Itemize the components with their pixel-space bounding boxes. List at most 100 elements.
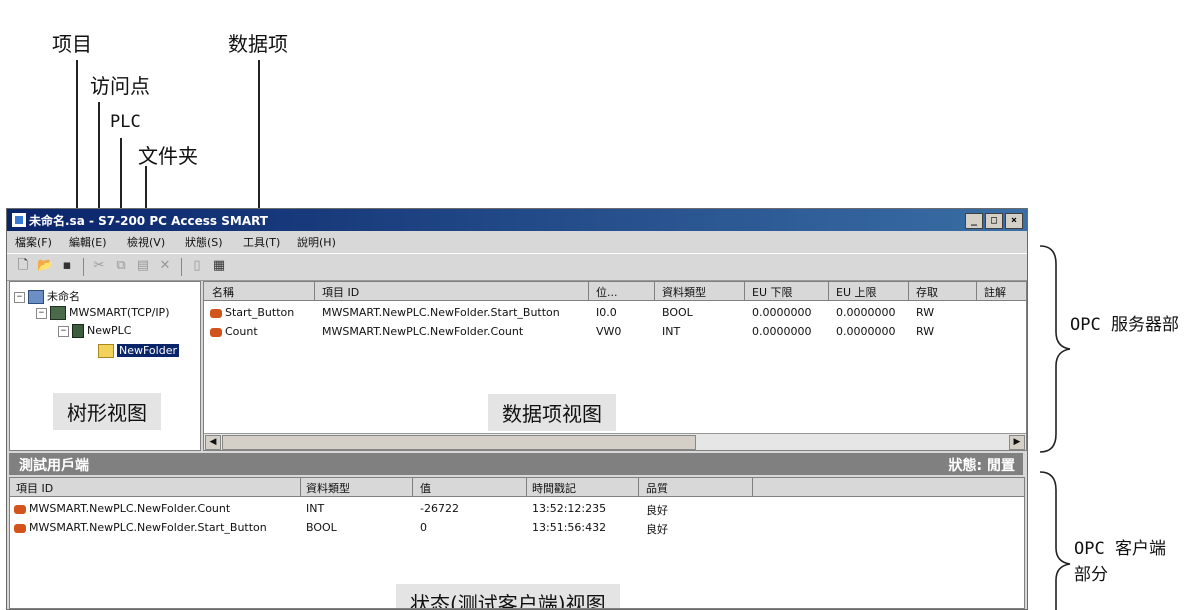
grid-header: 名稱 項目 ID 位... 資料類型 EU 下限 EU 上限 存取 註解: [204, 282, 1026, 301]
column-divider: [638, 478, 639, 496]
open-folder-icon[interactable]: 📂: [37, 258, 53, 274]
properties-icon[interactable]: ▯: [189, 258, 205, 274]
status-view-label: 状态(测试客户端)视图: [396, 584, 620, 608]
client-side-label-line2: 部分: [1074, 565, 1108, 585]
client-row-type: BOOL: [306, 521, 337, 534]
client-row-type: INT: [306, 502, 325, 515]
plc-icon: [72, 324, 84, 338]
client-row-item-id-text: MWSMART.NewPLC.NewFolder.Count: [29, 502, 231, 515]
tree-node-access-point[interactable]: − MWSMART(TCP/IP): [36, 306, 169, 320]
client-row-timestamp: 13:52:12:235: [532, 502, 607, 515]
window-controls: _ □ ×: [963, 212, 1023, 229]
tree-folder-label: NewFolder: [117, 344, 179, 357]
paste-icon[interactable]: ▤: [135, 258, 151, 274]
callout-plc: PLC: [110, 112, 141, 132]
grid-row[interactable]: Start_Button MWSMART.NewPLC.NewFolder.St…: [204, 304, 1026, 322]
toolbar: 🗋 📂 ▪ ✂ ⧉ ▤ ✕ ▯ ▦: [7, 253, 1027, 281]
collapse-icon[interactable]: −: [58, 325, 69, 337]
menu-tools[interactable]: 工具(T): [243, 234, 280, 250]
row-eu-high: 0.0000000: [836, 306, 896, 319]
row-access: RW: [916, 325, 935, 338]
save-icon[interactable]: ▪: [59, 258, 75, 274]
column-divider: [744, 282, 745, 300]
client-row[interactable]: MWSMART.NewPLC.NewFolder.Count INT -2672…: [10, 500, 1024, 518]
title-bar[interactable]: 未命名.sa - S7-200 PC Access SMART _ □ ×: [7, 209, 1027, 231]
data-item-grid: 名稱 項目 ID 位... 資料類型 EU 下限 EU 上限 存取 註解 Sta…: [203, 281, 1027, 451]
callout-folder: 文件夹: [138, 144, 198, 168]
col-timestamp[interactable]: 時間戳記: [532, 480, 576, 496]
menu-status[interactable]: 狀態(S): [185, 234, 223, 250]
collapse-icon[interactable]: −: [14, 291, 25, 303]
row-eu-low: 0.0000000: [752, 325, 812, 338]
app-icon: [11, 212, 27, 228]
test-client-bar: 測試用戶端 狀態: 閒置: [9, 453, 1023, 475]
menu-file[interactable]: 檔案(F): [15, 234, 52, 250]
col-item-id[interactable]: 項目 ID: [322, 284, 359, 300]
row-eu-high: 0.0000000: [836, 325, 896, 338]
col-quality[interactable]: 品質: [646, 480, 668, 496]
menu-view[interactable]: 檢視(V): [127, 234, 165, 250]
row-item-id: MWSMART.NewPLC.NewFolder.Start_Button: [322, 306, 560, 319]
column-divider: [314, 282, 315, 300]
col-data-type[interactable]: 資料類型: [662, 284, 706, 300]
client-row-value: -26722: [420, 502, 459, 515]
column-divider: [908, 282, 909, 300]
menu-bar: 檔案(F) 編輯(E) 檢視(V) 狀態(S) 工具(T) 說明(H): [7, 231, 1027, 251]
collapse-icon[interactable]: −: [36, 307, 47, 319]
column-divider: [976, 282, 977, 300]
delete-icon[interactable]: ✕: [157, 258, 173, 274]
callout-access-point: 访问点: [90, 74, 150, 98]
test-client-title: 測試用戶端: [19, 458, 89, 474]
close-button[interactable]: ×: [1005, 213, 1023, 229]
column-divider: [752, 478, 753, 496]
col-comment[interactable]: 註解: [984, 284, 1006, 300]
data-item-icon: [210, 327, 222, 337]
row-data-type: INT: [662, 325, 681, 338]
client-brace: [1039, 471, 1071, 610]
scroll-left-icon[interactable]: ◀: [205, 435, 221, 450]
maximize-button[interactable]: □: [985, 213, 1003, 229]
scroll-right-icon[interactable]: ▶: [1009, 435, 1025, 450]
row-item-id: MWSMART.NewPLC.NewFolder.Count: [322, 325, 524, 338]
column-divider: [654, 282, 655, 300]
new-file-icon[interactable]: 🗋: [15, 258, 31, 274]
tree-node-folder[interactable]: NewFolder: [98, 344, 179, 358]
client-row-value: 0: [420, 521, 427, 534]
data-view-label: 数据项视图: [488, 394, 616, 431]
col-data-type[interactable]: 資料類型: [306, 480, 350, 496]
minimize-button[interactable]: _: [965, 213, 983, 229]
tree-node-plc[interactable]: − NewPLC: [58, 324, 131, 338]
window-title: 未命名.sa - S7-200 PC Access SMART: [29, 214, 268, 228]
row-address: VW0: [596, 325, 622, 338]
data-item-icon: [210, 308, 222, 318]
network-pc-icon: [50, 306, 66, 320]
scroll-thumb[interactable]: [222, 435, 696, 450]
client-grid-header: 項目 ID 資料類型 值 時間戳記 品質: [10, 478, 1024, 497]
menu-help[interactable]: 說明(H): [297, 234, 336, 250]
data-item-icon: [14, 504, 26, 514]
row-eu-low: 0.0000000: [752, 306, 812, 319]
tree-plc-label: NewPLC: [87, 324, 132, 337]
client-row-item-id-text: MWSMART.NewPLC.NewFolder.Start_Button: [29, 521, 267, 534]
toolbar-separator: [83, 258, 84, 276]
toolbar-separator: [181, 258, 182, 276]
tree-node-project[interactable]: − 未命名: [14, 288, 80, 304]
col-name[interactable]: 名稱: [212, 284, 234, 300]
row-address: I0.0: [596, 306, 617, 319]
menu-edit[interactable]: 編輯(E): [69, 234, 107, 250]
col-access[interactable]: 存取: [916, 284, 938, 300]
server-brace: [1039, 245, 1071, 453]
copy-icon[interactable]: ⧉: [113, 258, 129, 274]
col-address[interactable]: 位...: [596, 284, 618, 300]
client-row[interactable]: MWSMART.NewPLC.NewFolder.Start_Button BO…: [10, 519, 1024, 537]
col-eu-high[interactable]: EU 上限: [836, 284, 877, 300]
cut-icon[interactable]: ✂: [91, 258, 107, 274]
test-client-icon[interactable]: ▦: [211, 258, 227, 274]
grid-row[interactable]: Count MWSMART.NewPLC.NewFolder.Count VW0…: [204, 323, 1026, 341]
row-name-text: Count: [225, 325, 258, 338]
client-row-quality: 良好: [646, 504, 668, 517]
col-eu-low[interactable]: EU 下限: [752, 284, 793, 300]
col-item-id[interactable]: 項目 ID: [16, 480, 53, 496]
col-value[interactable]: 值: [420, 480, 431, 496]
horizontal-scrollbar[interactable]: ◀ ▶: [204, 433, 1026, 450]
